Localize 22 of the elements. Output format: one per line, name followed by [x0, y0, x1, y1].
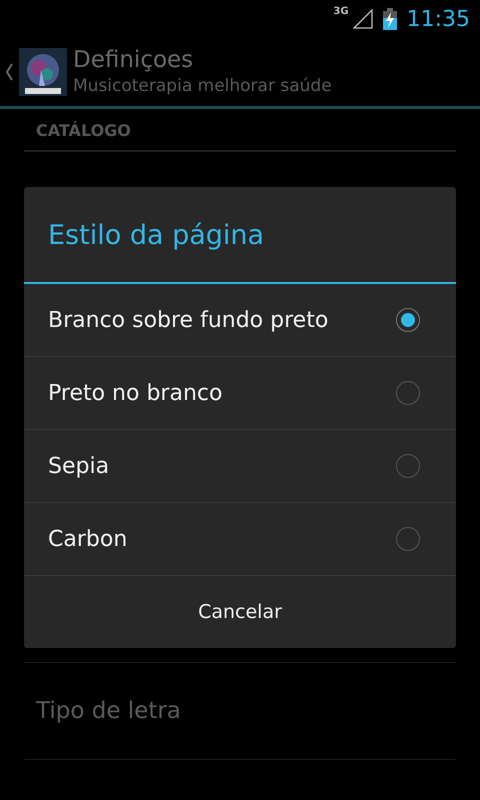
- clock: 11:35: [406, 6, 470, 32]
- section-header: CATÁLOGO: [24, 109, 456, 152]
- back-caret-icon[interactable]: [5, 63, 13, 81]
- option-label: Sepia: [48, 454, 110, 478]
- option-label: Branco sobre fundo preto: [48, 308, 328, 332]
- dialog-title: Estilo da página: [24, 187, 456, 284]
- signal-icon: [352, 9, 373, 29]
- option-label: Preto no branco: [48, 380, 222, 406]
- battery-charging-icon: [382, 8, 397, 30]
- radio-option[interactable]: Carbon: [24, 503, 456, 576]
- screen-title: Definiçoes: [73, 46, 194, 74]
- radio-button[interactable]: [396, 381, 420, 405]
- radio-button[interactable]: [396, 308, 420, 332]
- radio-option[interactable]: Branco sobre fundo preto: [24, 284, 456, 357]
- radio-option[interactable]: Preto no branco: [24, 357, 456, 430]
- radio-option[interactable]: Sepia: [24, 430, 456, 503]
- option-label: Carbon: [48, 526, 128, 552]
- radio-button[interactable]: [396, 454, 420, 478]
- screen-subtitle: Musicoterapia melhorar saúde: [73, 75, 332, 98]
- radio-button[interactable]: [396, 527, 420, 551]
- cancel-button[interactable]: Cancelar: [24, 576, 456, 648]
- network-type: 3G: [333, 6, 349, 17]
